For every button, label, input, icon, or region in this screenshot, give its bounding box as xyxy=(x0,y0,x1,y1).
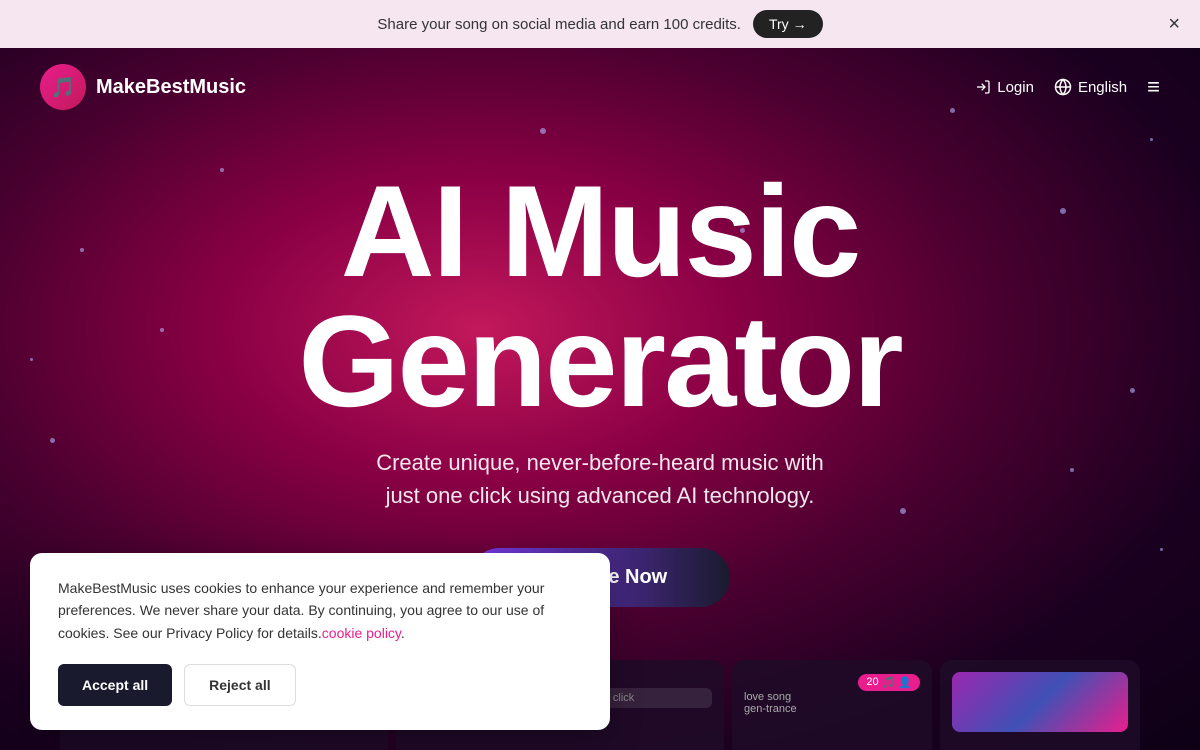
hero-title-line1: AI Music xyxy=(341,158,860,304)
hero-title: AI Music Generator xyxy=(0,166,1200,426)
close-banner-button[interactable]: × xyxy=(1168,13,1180,36)
cookie-policy-link[interactable]: cookie policy xyxy=(322,625,401,641)
accept-all-button[interactable]: Accept all xyxy=(58,664,172,706)
badge-user-icon: 👤 xyxy=(898,676,912,689)
login-label: Login xyxy=(997,79,1034,96)
logo-area[interactable]: 🎵 MakeBestMusic xyxy=(40,64,246,110)
cookie-period: . xyxy=(401,625,405,641)
hero-subtitle-line1: Create unique, never-before-heard music … xyxy=(376,450,824,475)
card3-label: love song xyxy=(744,691,920,703)
login-button[interactable]: Login xyxy=(975,79,1034,96)
card-image-preview xyxy=(940,660,1140,750)
reject-all-button[interactable]: Reject all xyxy=(184,664,295,706)
navbar: 🎵 MakeBestMusic Login English ≡ xyxy=(0,48,1200,126)
hero-section: 🎵 MakeBestMusic Login English ≡ xyxy=(0,48,1200,750)
menu-button[interactable]: ≡ xyxy=(1147,74,1160,100)
hero-content: AI Music Generator Create unique, never-… xyxy=(0,126,1200,607)
language-label: English xyxy=(1078,79,1127,96)
login-icon xyxy=(975,79,991,95)
cookie-text: MakeBestMusic uses cookies to enhance yo… xyxy=(58,577,582,644)
hero-subtitle-line2: just one click using advanced AI technol… xyxy=(386,483,815,508)
nav-right: Login English ≡ xyxy=(975,74,1160,100)
hero-subtitle: Create unique, never-before-heard music … xyxy=(0,446,1200,512)
cookie-banner: MakeBestMusic uses cookies to enhance yo… xyxy=(30,553,610,730)
badge-music-icon: 🎵 xyxy=(882,676,896,689)
banner-text: Share your song on social media and earn… xyxy=(377,16,741,33)
card3-sublabel: gen-trance xyxy=(744,703,920,715)
card-badge: 20 🎵 👤 xyxy=(858,672,920,691)
card-image xyxy=(952,672,1128,732)
cookie-text-content: MakeBestMusic uses cookies to enhance yo… xyxy=(58,580,544,641)
try-button[interactable]: Try → xyxy=(753,10,823,38)
logo-icon: 🎵 xyxy=(40,64,86,110)
hero-title-line2: Generator xyxy=(298,288,901,434)
top-banner: Share your song on social media and earn… xyxy=(0,0,1200,48)
globe-icon xyxy=(1054,78,1072,96)
badge-count: 20 xyxy=(866,676,878,688)
card-love-song: 20 🎵 👤 love song gen-trance xyxy=(732,660,932,750)
logo-text: MakeBestMusic xyxy=(96,76,246,99)
language-button[interactable]: English xyxy=(1054,78,1127,96)
cookie-buttons: Accept all Reject all xyxy=(58,664,582,706)
